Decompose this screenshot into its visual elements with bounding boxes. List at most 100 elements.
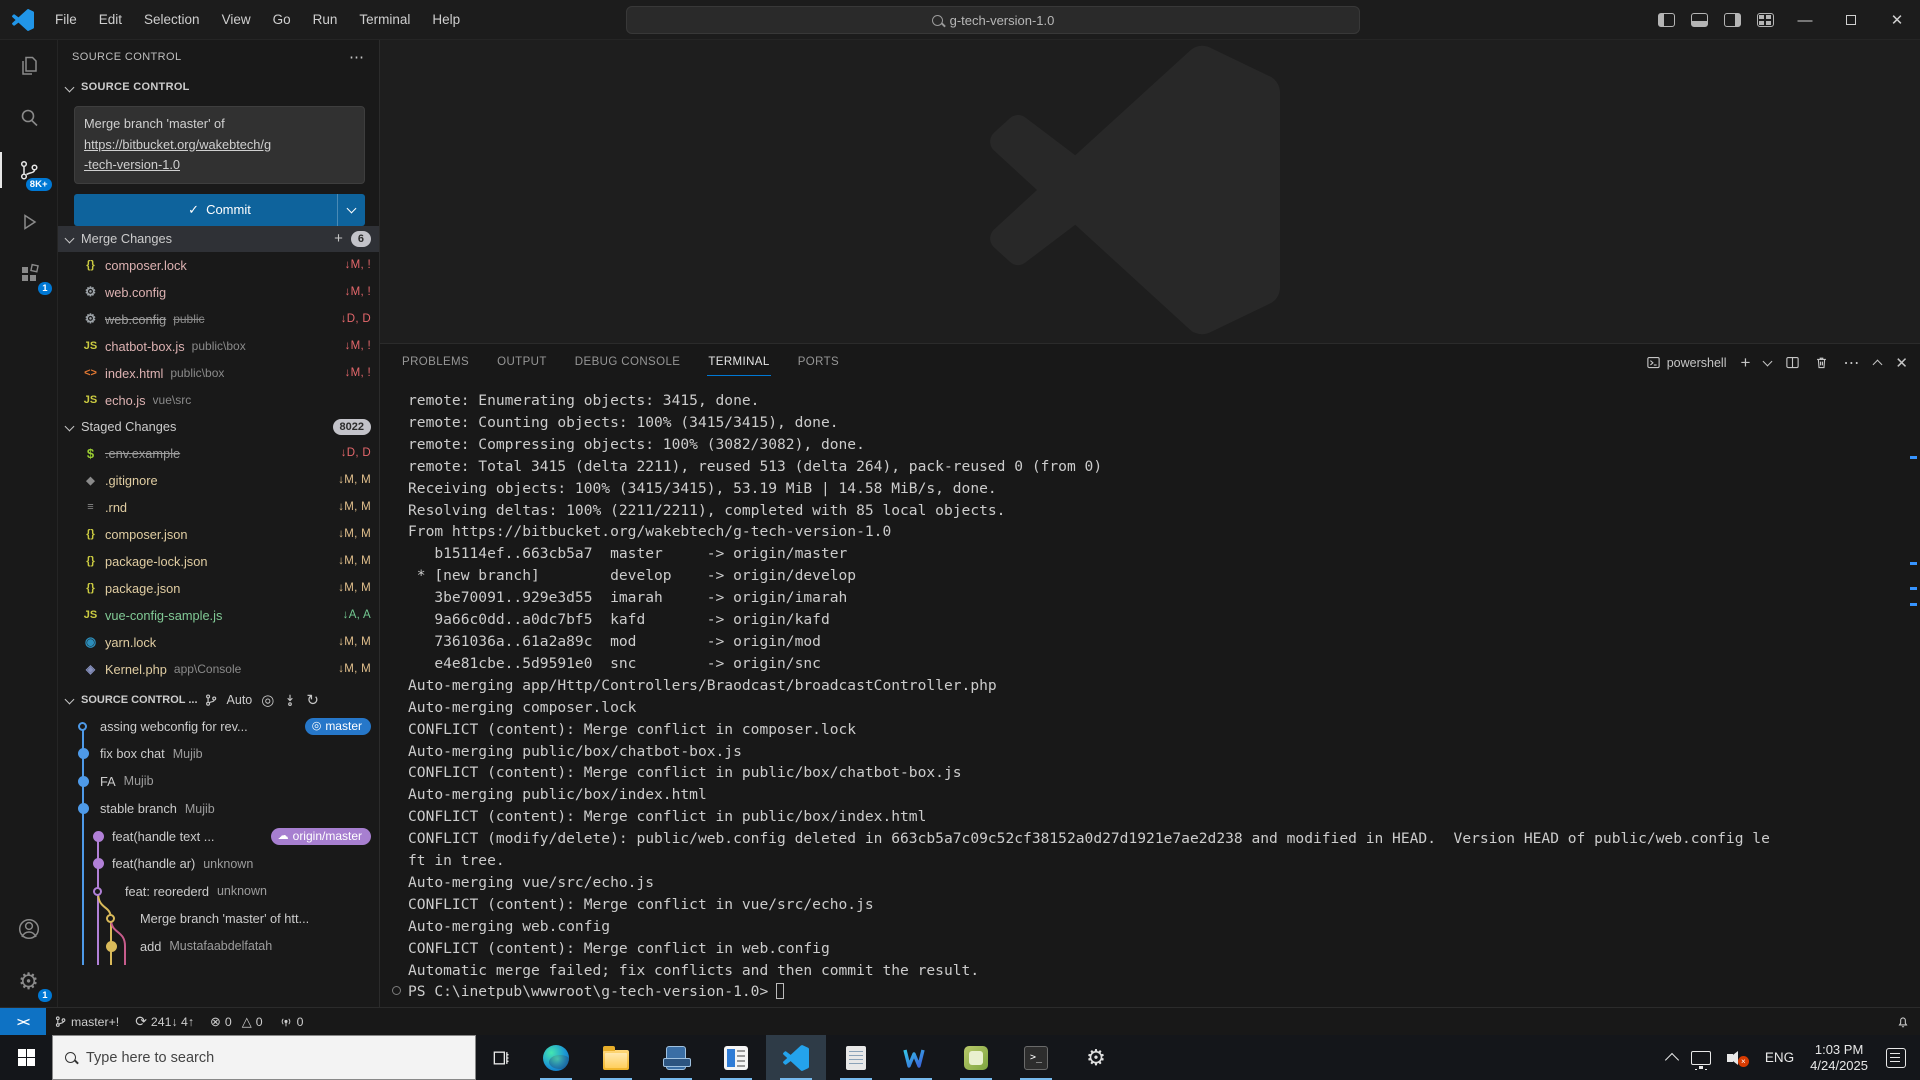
menu-item-run[interactable]: Run (302, 0, 349, 40)
taskbar-edge-app[interactable] (526, 1035, 586, 1080)
refresh-icon[interactable]: ↻ (306, 691, 319, 709)
stage-all-icon[interactable]: + (330, 230, 347, 247)
maximize-panel-icon[interactable] (1872, 359, 1883, 370)
start-button[interactable] (0, 1035, 52, 1080)
ports-status-item[interactable]: 0 (271, 1008, 312, 1035)
hidden-icons-chevron[interactable] (1664, 1052, 1679, 1067)
terminal-dropdown-icon[interactable] (1762, 356, 1773, 366)
taskbar-w-app[interactable] (886, 1035, 946, 1080)
menu-item-go[interactable]: Go (262, 0, 302, 40)
taskbar-vscode-app[interactable] (766, 1035, 826, 1080)
command-center-search[interactable]: g-tech-version-1.0 (626, 6, 1360, 34)
file-row-.env.example[interactable]: $ .env.example ↓D, D (58, 440, 379, 467)
panel-tab-debug-console[interactable]: DEBUG CONSOLE (565, 344, 691, 381)
commit-row[interactable]: feat(handle ar) unknown (58, 850, 379, 878)
remote-indicator[interactable]: >< (0, 1007, 46, 1036)
file-row-.gitignore[interactable]: ◆ .gitignore ↓M, M (58, 467, 379, 494)
target-icon[interactable]: ◎ (261, 691, 274, 709)
file-row-Kernel.php[interactable]: ◈ Kernel.php app\Console ↓M, M (58, 656, 379, 683)
terminal-output[interactable]: remote: Enumerating objects: 3415, done.… (380, 390, 1908, 1003)
commit-button[interactable]: ✓ Commit (74, 193, 365, 226)
commit-row[interactable]: stable branch Mujib (58, 795, 379, 823)
maximize-button[interactable] (1828, 0, 1874, 40)
taskbar-document-app[interactable] (706, 1035, 766, 1080)
kill-terminal-trash-icon[interactable] (1814, 355, 1829, 370)
volume-muted-icon[interactable]: × (1726, 1049, 1749, 1067)
commit-row[interactable]: feat: reorederd unknown (58, 878, 379, 906)
source-control-icon[interactable]: 8K+ (0, 144, 58, 196)
panel-more-actions-icon[interactable]: ⋯ (1843, 353, 1860, 373)
graph-auto-label[interactable]: Auto (227, 693, 253, 707)
taskbar-file-explorer-app[interactable] (586, 1035, 646, 1080)
editor-area[interactable] (380, 40, 1920, 343)
menu-item-help[interactable]: Help (421, 0, 471, 40)
taskbar-notepad-app[interactable] (826, 1035, 886, 1080)
search-sidebar-icon[interactable] (0, 92, 58, 144)
taskbar-terminal-app[interactable]: >_ (1006, 1035, 1066, 1080)
file-row-web.config[interactable]: ⚙ web.config ↓M, ! (58, 279, 379, 306)
notifications-bell-icon[interactable] (1896, 1015, 1910, 1029)
commit-row[interactable]: assing webconfig for rev... ◎ master (58, 713, 379, 741)
taskbar-device-app[interactable] (646, 1035, 706, 1080)
file-row-index.html[interactable]: <> index.html public\box ↓M, ! (58, 360, 379, 387)
commit-row[interactable]: fix box chat Mujib (58, 740, 379, 768)
file-row-.rnd[interactable]: ≡ .rnd ↓M, M (58, 494, 379, 521)
panel-tab-output[interactable]: OUTPUT (487, 344, 557, 381)
sidebar-more-actions-icon[interactable]: ⋯ (349, 48, 365, 66)
close-panel-icon[interactable]: ✕ (1895, 354, 1908, 372)
menu-item-view[interactable]: View (211, 0, 262, 40)
fetch-icon[interactable] (283, 693, 297, 707)
extensions-icon[interactable]: 1 (0, 248, 58, 300)
commit-row[interactable]: add Mustafaabdelfatah (58, 933, 379, 961)
branch-status-item[interactable]: master+! (46, 1008, 127, 1035)
file-row-package.json[interactable]: {} package.json ↓M, M (58, 575, 379, 602)
panel-tab-terminal[interactable]: TERMINAL (698, 344, 779, 381)
network-icon[interactable] (1690, 1050, 1711, 1069)
menu-item-terminal[interactable]: Terminal (348, 0, 421, 40)
file-row-composer.lock[interactable]: {} composer.lock ↓M, ! (58, 252, 379, 279)
merge-changes-header[interactable]: Merge Changes + 6 (58, 225, 379, 252)
explorer-icon[interactable] (0, 40, 58, 92)
toggle-sidebar-icon[interactable] (1658, 13, 1675, 27)
taskbar-settings-app[interactable]: ⚙ (1066, 1035, 1126, 1080)
file-row-package-lock.json[interactable]: {} package-lock.json ↓M, M (58, 548, 379, 575)
file-row-echo.js[interactable]: JS echo.js vue\src (58, 387, 379, 414)
sync-status-item[interactable]: ⟳ 241↓ 4↑ (127, 1008, 202, 1035)
notification-center-icon[interactable] (1886, 1047, 1906, 1068)
commit-row[interactable]: Merge branch 'master' of htt... (58, 905, 379, 933)
menu-item-selection[interactable]: Selection (133, 0, 211, 40)
commit-dropdown-icon[interactable] (337, 193, 365, 226)
problems-status-item[interactable]: ⊗ 0 △ 0 (202, 1008, 271, 1035)
toggle-panel-icon[interactable] (1691, 13, 1708, 27)
menu-item-edit[interactable]: Edit (88, 0, 133, 40)
panel-tab-ports[interactable]: PORTS (788, 344, 849, 381)
customize-layout-icon[interactable] (1757, 13, 1774, 27)
run-debug-icon[interactable] (0, 196, 58, 248)
new-terminal-icon[interactable]: + (1740, 353, 1750, 373)
terminal-shell-tab[interactable]: powershell (1646, 355, 1726, 370)
settings-gear-icon[interactable]: ⚙ 1 (0, 955, 58, 1007)
minimize-button[interactable]: — (1782, 0, 1828, 40)
staged-changes-header[interactable]: Staged Changes 8022 (58, 414, 379, 440)
account-icon[interactable] (0, 903, 58, 955)
panel-tab-problems[interactable]: PROBLEMS (392, 344, 479, 381)
clock[interactable]: 1:03 PM 4/24/2025 (1810, 1042, 1868, 1074)
close-button[interactable]: ✕ (1874, 0, 1920, 40)
task-view-button[interactable] (476, 1035, 526, 1080)
toggle-secondary-sidebar-icon[interactable] (1724, 13, 1741, 27)
taskbar-search-box[interactable]: Type here to search (52, 1035, 476, 1080)
split-terminal-icon[interactable] (1785, 355, 1800, 370)
file-row-chatbot-box.js[interactable]: JS chatbot-box.js public\box ↓M, ! (58, 333, 379, 360)
language-indicator[interactable]: ENG (1765, 1050, 1794, 1065)
commit-row[interactable]: FA Mujib (58, 768, 379, 796)
taskbar-green-app[interactable] (946, 1035, 1006, 1080)
file-row-composer.json[interactable]: {} composer.json ↓M, M (58, 521, 379, 548)
commit-message-input[interactable]: Merge branch 'master' of https://bitbuck… (74, 106, 365, 184)
source-control-section-header[interactable]: SOURCE CONTROL (58, 74, 379, 100)
commit-row[interactable]: feat(handle text ... ☁ origin/master (58, 823, 379, 851)
file-row-web.config[interactable]: ⚙ web.config public ↓D, D (58, 306, 379, 333)
menu-item-file[interactable]: File (44, 0, 88, 40)
file-row-yarn.lock[interactable]: ◉ yarn.lock ↓M, M (58, 629, 379, 656)
source-control-graph-header[interactable]: SOURCE CONTROL ... Auto ◎ ↻ (58, 687, 379, 713)
file-row-vue-config-sample.js[interactable]: JS vue-config-sample.js ↓A, A (58, 602, 379, 629)
